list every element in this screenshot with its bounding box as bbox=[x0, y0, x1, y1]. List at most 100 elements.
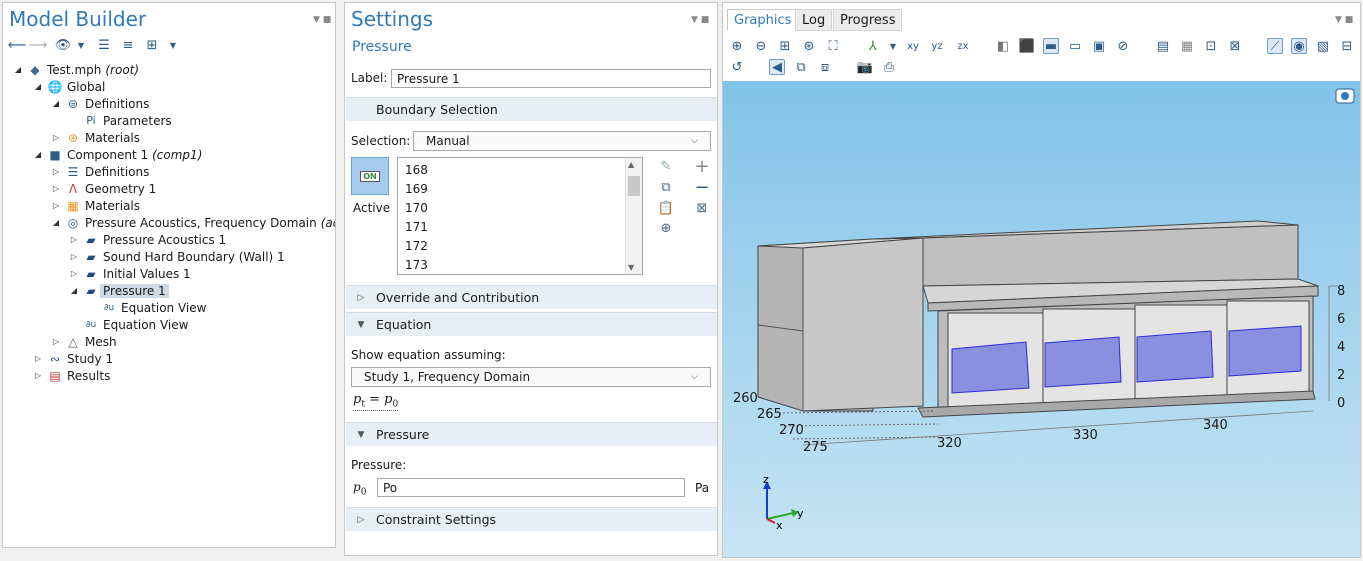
tree-item-results[interactable]: ▷ ▤ Results bbox=[33, 367, 110, 384]
tree-options-icon[interactable]: ⊞ bbox=[144, 37, 160, 53]
select-objects-icon[interactable]: ◧ bbox=[995, 38, 1011, 54]
wireframe-icon[interactable]: ⟋ bbox=[1267, 38, 1283, 54]
tree-item-root[interactable]: ◢ ◆ Test.mph (root) bbox=[13, 61, 139, 78]
view-axes-icon[interactable]: ⅄ bbox=[865, 38, 881, 54]
tree-item-study[interactable]: ▷ ∾ Study 1 bbox=[33, 350, 113, 367]
tree-item-comp-definitions[interactable]: ▷ ☰ Definitions bbox=[51, 163, 149, 180]
label-input[interactable]: Pressure 1 bbox=[391, 69, 711, 88]
tree-item-geometry[interactable]: ▷ Λ Geometry 1 bbox=[51, 180, 156, 197]
copy-selection-icon[interactable]: ⧉ bbox=[657, 178, 675, 196]
reset-view-icon[interactable]: ⊟ bbox=[1339, 38, 1355, 54]
tree-item-pressure-1[interactable]: ◢ ▰ Pressure 1 bbox=[69, 282, 169, 299]
print-icon[interactable]: ⎙ bbox=[881, 59, 897, 75]
camera-icon[interactable]: 📷 bbox=[857, 59, 873, 75]
scene-light-icon[interactable]: ⧉ bbox=[793, 59, 809, 75]
zoom-to-selection-icon[interactable]: ⊕ bbox=[657, 219, 675, 237]
tree-item-equation-view-1[interactable]: ∂u Equation View bbox=[101, 299, 207, 316]
list-item[interactable]: 171 bbox=[405, 220, 428, 234]
view-yz-icon[interactable]: yz bbox=[929, 38, 945, 54]
tree-item-component[interactable]: ◢ ■ Component 1 (comp1) bbox=[33, 146, 202, 163]
pin-icon[interactable]: ▼ ■ bbox=[1335, 15, 1353, 25]
selection-dropdown[interactable]: Manual ⌵ bbox=[413, 131, 711, 151]
zoom-box-icon[interactable]: ⊞ bbox=[777, 38, 793, 54]
hide-selection-icon[interactable]: ⊘ bbox=[1115, 38, 1131, 54]
list-item[interactable]: 173 bbox=[405, 258, 428, 272]
geometry-view[interactable]: 260 265 270 275 320 330 340 8 6 4 2 0 z … bbox=[723, 81, 1360, 557]
scroll-thumb[interactable] bbox=[628, 176, 640, 196]
list-item[interactable]: 169 bbox=[405, 182, 428, 196]
zoom-extents-icon[interactable]: ⛶ bbox=[825, 38, 841, 54]
clear-selection-icon[interactable]: ⊠ bbox=[693, 199, 711, 217]
back-arrow-icon[interactable]: ⟵ bbox=[8, 37, 27, 53]
tree-item-pressure-acoustics[interactable]: ▷ ▰ Pressure Acoustics 1 bbox=[69, 231, 226, 248]
pin-icon[interactable]: ▼ ■ bbox=[691, 15, 709, 25]
render-icon[interactable]: ▧ bbox=[1315, 38, 1331, 54]
select-domains-icon[interactable]: ⬛ bbox=[1019, 38, 1035, 54]
tab-log[interactable]: Log bbox=[795, 9, 833, 31]
tree-item-parameters[interactable]: Pi Parameters bbox=[83, 112, 171, 129]
clipboard-icon[interactable]: 📋 bbox=[657, 199, 675, 217]
view-xy-icon[interactable]: xy bbox=[905, 38, 921, 54]
tab-progress[interactable]: Progress bbox=[833, 9, 903, 31]
axis-y-tick: 320 bbox=[937, 436, 962, 451]
tree-item-global-materials[interactable]: ▷ ⊛ Materials bbox=[51, 129, 140, 146]
clear-selection-icon[interactable]: ⊠ bbox=[1227, 38, 1243, 54]
axis-x-tick: 260 bbox=[733, 391, 758, 406]
paste-selection-icon[interactable]: ✎ bbox=[657, 157, 675, 175]
boundary-listbox[interactable]: 168 169 170 171 172 173 ▲ ▼ bbox=[397, 157, 643, 275]
boundary-node-icon: ▰ bbox=[86, 283, 96, 298]
chevron-down-icon[interactable]: ▼ bbox=[73, 37, 89, 53]
tree-item-acpr[interactable]: ◢ ◎ Pressure Acoustics, Frequency Domain… bbox=[51, 214, 335, 231]
zoom-in-icon[interactable]: ⊕ bbox=[729, 38, 745, 54]
tab-graphics[interactable]: Graphics bbox=[727, 9, 799, 31]
section-override-contribution[interactable]: ▷ Override and Contribution bbox=[346, 285, 717, 309]
tree-item-global[interactable]: ◢ 🌐 Global bbox=[33, 78, 105, 95]
chevron-down-icon[interactable]: ▼ bbox=[885, 38, 901, 54]
zoom-out-icon[interactable]: ⊖ bbox=[753, 38, 769, 54]
zoom-selected-icon[interactable]: ⊛ bbox=[801, 38, 817, 54]
globe-icon: 🌐 bbox=[47, 79, 63, 94]
pressure-input[interactable]: Po bbox=[377, 478, 685, 497]
tree-item-comp-materials[interactable]: ▷ ▦ Materials bbox=[51, 197, 140, 214]
lock-selection-icon[interactable]: ▦ bbox=[1179, 38, 1195, 54]
chevron-down-icon[interactable]: ▼ bbox=[165, 37, 181, 53]
tree-item-mesh[interactable]: ▷ △ Mesh bbox=[51, 333, 117, 350]
tree-item-equation-view-2[interactable]: ∂u Equation View bbox=[83, 316, 189, 333]
section-boundary-selection[interactable]: Boundary Selection bbox=[346, 97, 717, 121]
scroll-down-icon[interactable]: ▼ bbox=[628, 263, 634, 272]
view-copy-icon[interactable]: ⧈ bbox=[817, 59, 833, 75]
section-equation[interactable]: ▼ Equation bbox=[346, 312, 717, 336]
show-eye-icon[interactable]: 👁 bbox=[55, 37, 72, 53]
tree-item-sound-hard[interactable]: ▷ ▰ Sound Hard Boundary (Wall) 1 bbox=[69, 248, 285, 265]
select-edges-icon[interactable]: ▭ bbox=[1067, 38, 1083, 54]
expanded-arrow-icon: ▼ bbox=[357, 319, 365, 330]
view-zx-icon[interactable]: zx bbox=[955, 38, 971, 54]
pin-icon[interactable]: ▼ ■ bbox=[313, 15, 331, 25]
zoom-region-icon[interactable]: ⊡ bbox=[1203, 38, 1219, 54]
list-item[interactable]: 172 bbox=[405, 239, 428, 253]
create-selection-icon[interactable]: ▤ bbox=[1155, 38, 1171, 54]
add-icon[interactable]: + bbox=[693, 156, 711, 177]
scroll-up-icon[interactable]: ▲ bbox=[628, 160, 634, 169]
section-constraint-settings[interactable]: ▷ Constraint Settings bbox=[346, 507, 717, 531]
transparency-icon[interactable]: ◉ bbox=[1291, 38, 1307, 54]
collapse-all-icon[interactable]: ≡ bbox=[120, 37, 136, 53]
tree-item-initial-values[interactable]: ▷ ▰ Initial Values 1 bbox=[69, 265, 191, 282]
select-points-icon[interactable]: ▣ bbox=[1091, 38, 1107, 54]
list-item[interactable]: 168 bbox=[405, 163, 428, 177]
select-boundaries-icon[interactable]: ▬ bbox=[1043, 38, 1059, 54]
graphics-canvas[interactable]: 260 265 270 275 320 330 340 8 6 4 2 0 z … bbox=[723, 81, 1360, 557]
active-toggle-button[interactable]: ON bbox=[351, 157, 389, 195]
remove-icon[interactable]: − bbox=[693, 177, 711, 198]
list-item[interactable]: 170 bbox=[405, 201, 428, 215]
forward-arrow-icon[interactable]: ⟶ bbox=[29, 37, 48, 53]
expand-all-icon[interactable]: ☰ bbox=[96, 37, 112, 53]
reset-icon[interactable]: ↺ bbox=[729, 59, 745, 75]
section-pressure[interactable]: ▼ Pressure bbox=[346, 422, 717, 446]
boundary-node-icon: ▰ bbox=[86, 249, 96, 264]
headlight-icon[interactable]: ◀ bbox=[769, 59, 785, 75]
tree-item-global-definitions[interactable]: ◢ ⊜ Definitions bbox=[51, 95, 149, 112]
listbox-scrollbar[interactable]: ▲ ▼ bbox=[625, 158, 642, 274]
study-dropdown[interactable]: Study 1, Frequency Domain ⌵ bbox=[351, 367, 711, 387]
label-caption: Label: bbox=[351, 71, 388, 85]
